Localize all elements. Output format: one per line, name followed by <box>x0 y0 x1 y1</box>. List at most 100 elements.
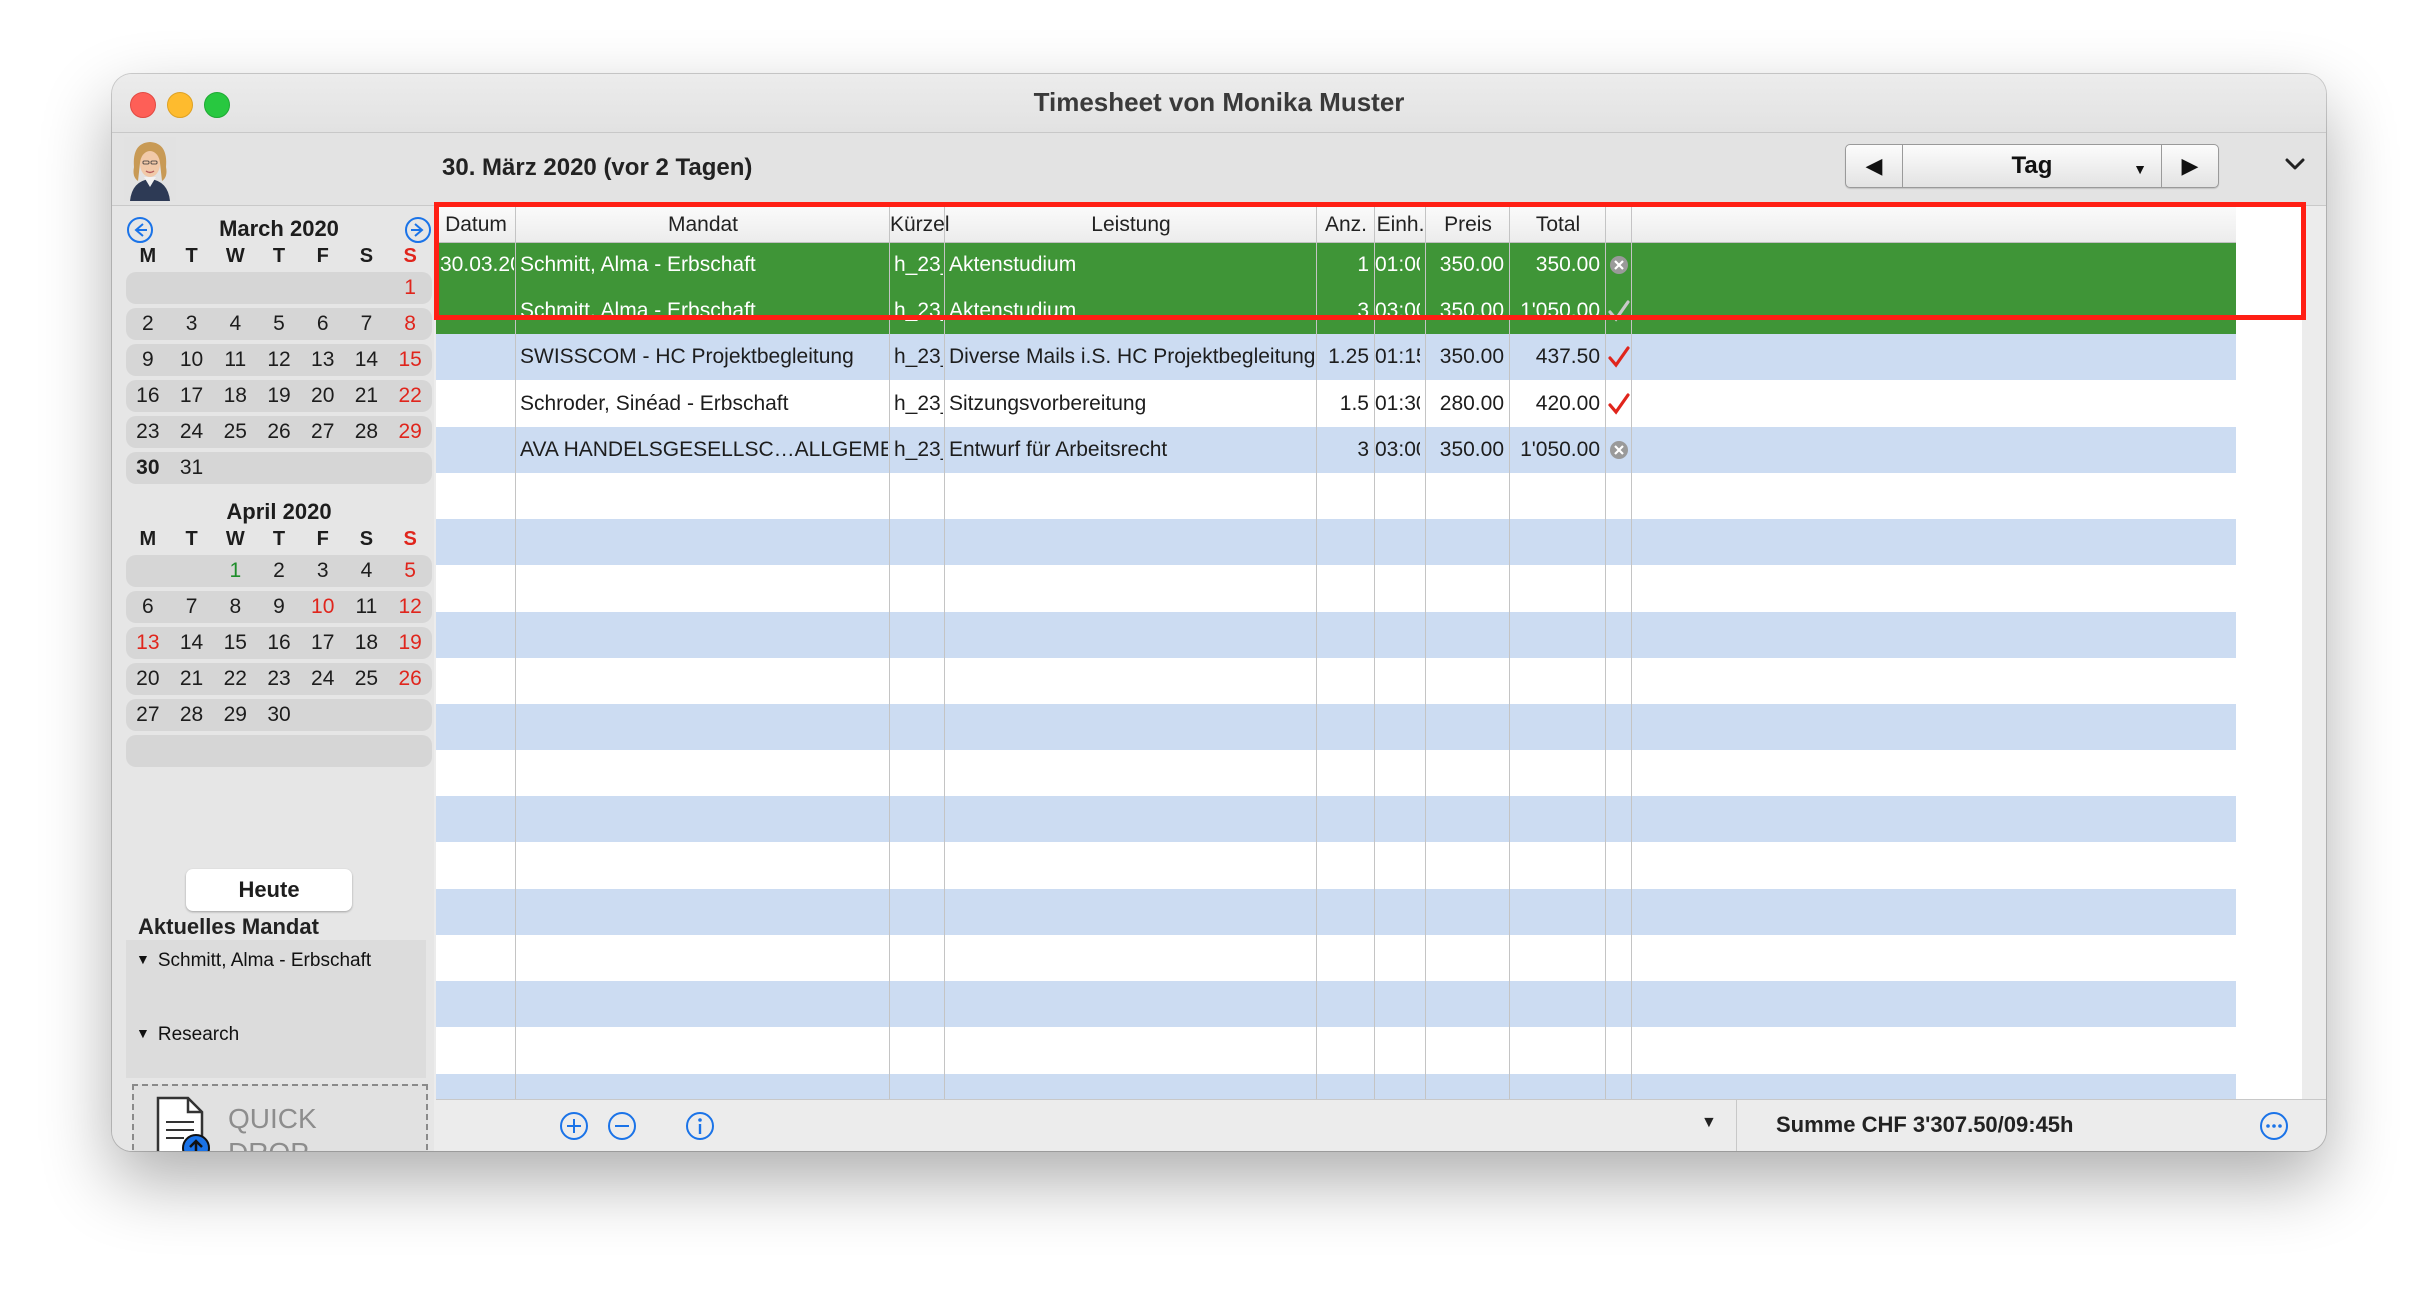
calendar-day[interactable]: 16 <box>126 378 170 414</box>
calendar-day[interactable]: 1 <box>213 553 257 589</box>
calendar-day[interactable]: 22 <box>213 661 257 697</box>
calendar-day[interactable]: 27 <box>126 697 170 733</box>
calendar-day[interactable]: 13 <box>301 342 345 378</box>
calendar-day[interactable]: 4 <box>213 306 257 342</box>
calendar-day[interactable]: 12 <box>388 589 432 625</box>
calendar-day[interactable]: 28 <box>345 414 389 450</box>
calendar-day[interactable]: 21 <box>345 378 389 414</box>
column-divider[interactable] <box>1316 206 1317 1099</box>
next-month-icon[interactable] <box>404 216 432 244</box>
calendar-day[interactable]: 9 <box>257 589 301 625</box>
calendar-day[interactable]: 19 <box>388 625 432 661</box>
column-divider[interactable] <box>515 206 516 1099</box>
calendar-day[interactable]: 2 <box>126 306 170 342</box>
calendar-day[interactable]: 29 <box>388 414 432 450</box>
quick-drop-zone[interactable]: QUICK DROP <box>132 1084 428 1151</box>
calendar-day[interactable]: 18 <box>213 378 257 414</box>
calendar-day[interactable]: 24 <box>301 661 345 697</box>
column-divider[interactable] <box>889 206 890 1099</box>
previous-day-button[interactable]: ◀ <box>1846 145 1903 187</box>
column-header[interactable]: Anz. <box>1317 206 1375 242</box>
calendar-day[interactable]: 3 <box>170 306 214 342</box>
calendar-day[interactable]: 5 <box>388 553 432 589</box>
column-header[interactable]: Mandat <box>516 206 890 242</box>
calendar-day[interactable]: 12 <box>257 342 301 378</box>
view-mode-select[interactable]: Tag ▼ <box>1903 145 2161 187</box>
calendar-day[interactable]: 6 <box>301 306 345 342</box>
column-divider[interactable] <box>944 206 945 1099</box>
calendar-day[interactable]: 30 <box>126 450 170 486</box>
calendar-day[interactable]: 4 <box>345 553 389 589</box>
table-row[interactable]: AVA HANDELSGESELLSC…ALLGEMEINE - Arbeits… <box>436 426 2236 473</box>
calendar-day[interactable]: 18 <box>345 625 389 661</box>
calendar-day[interactable]: 6 <box>126 589 170 625</box>
x-circle-icon[interactable] <box>1608 254 1630 276</box>
column-divider[interactable] <box>1425 206 1426 1099</box>
user-avatar[interactable] <box>124 137 176 201</box>
calendar-day[interactable]: 14 <box>345 342 389 378</box>
calendar-day[interactable]: 28 <box>170 697 214 733</box>
chevron-down-icon[interactable] <box>2280 149 2310 179</box>
check-icon[interactable] <box>1608 300 1630 322</box>
column-header[interactable]: Preis <box>1426 206 1510 242</box>
calendar-day[interactable]: 22 <box>388 378 432 414</box>
column-header[interactable]: Einh. <box>1375 206 1426 242</box>
calendar-day[interactable]: 11 <box>213 342 257 378</box>
calendar-day[interactable]: 8 <box>213 589 257 625</box>
minus-circle-icon[interactable] <box>606 1110 638 1142</box>
x-circle-icon[interactable] <box>1608 439 1630 461</box>
ellipsis-circle-icon[interactable] <box>2258 1110 2290 1142</box>
calendar-day[interactable]: 21 <box>170 661 214 697</box>
calendar-day[interactable]: 25 <box>345 661 389 697</box>
check-icon[interactable] <box>1608 346 1630 368</box>
calendar-day[interactable]: 23 <box>126 414 170 450</box>
column-divider[interactable] <box>1631 206 1632 1099</box>
calendar-day[interactable]: 15 <box>213 625 257 661</box>
calendar-day[interactable]: 10 <box>170 342 214 378</box>
calendar-day[interactable]: 17 <box>301 625 345 661</box>
check-icon[interactable] <box>1608 392 1630 415</box>
mandate-disclosure[interactable]: ▼ Schmitt, Alma - Erbschaft <box>136 950 371 972</box>
table-row[interactable]: SWISSCOM - HC Projektbegleitung h_23_Dive… <box>436 334 2236 381</box>
calendar-day[interactable]: 26 <box>388 661 432 697</box>
info-circle-icon[interactable] <box>684 1110 716 1142</box>
calendar-day[interactable]: 1 <box>388 270 432 306</box>
table-row[interactable]: Schroder, Sinéad - Erbschaft h_23_Sitzung… <box>436 381 2236 427</box>
calendar-day[interactable]: 8 <box>388 306 432 342</box>
today-button[interactable]: Heute <box>186 869 352 911</box>
table-row[interactable]: 30.03.20 Schmitt, Alma - Erbschaft h_23_ Ak… <box>436 242 2236 288</box>
calendar-day[interactable]: 31 <box>170 450 214 486</box>
calendar-day[interactable]: 11 <box>345 589 389 625</box>
column-divider[interactable] <box>1509 206 1510 1099</box>
calendar-day[interactable]: 29 <box>213 697 257 733</box>
calendar-day[interactable]: 30 <box>257 697 301 733</box>
calendar-day[interactable]: 25 <box>213 414 257 450</box>
calendar-day[interactable]: 15 <box>388 342 432 378</box>
table-row[interactable]: Schmitt, Alma - Erbschaft h_23_Aktenstudi… <box>436 288 2236 335</box>
plus-circle-icon[interactable] <box>558 1110 590 1142</box>
calendar-day[interactable]: 17 <box>170 378 214 414</box>
calendar-day[interactable]: 3 <box>301 553 345 589</box>
column-header[interactable]: Leistung <box>945 206 1317 242</box>
calendar-day[interactable]: 7 <box>345 306 389 342</box>
next-day-button[interactable]: ▶ <box>2161 145 2218 187</box>
calendar-day[interactable]: 9 <box>126 342 170 378</box>
column-divider[interactable] <box>1374 206 1375 1099</box>
calendar-day[interactable]: 20 <box>126 661 170 697</box>
calendar-day[interactable]: 26 <box>257 414 301 450</box>
calendar-day[interactable]: 13 <box>126 625 170 661</box>
calendar-day[interactable]: 20 <box>301 378 345 414</box>
calendar-day[interactable]: 5 <box>257 306 301 342</box>
calendar-day[interactable]: 23 <box>257 661 301 697</box>
column-divider[interactable] <box>1605 206 1606 1099</box>
column-header[interactable]: Kürzel <box>890 206 950 242</box>
sum-options-caret-icon[interactable]: ▼ <box>1701 1114 1717 1132</box>
calendar-day[interactable]: 19 <box>257 378 301 414</box>
calendar-day[interactable]: 10 <box>301 589 345 625</box>
column-header[interactable]: Total <box>1510 206 1606 242</box>
calendar-day[interactable]: 14 <box>170 625 214 661</box>
column-header[interactable]: Datum <box>436 206 516 242</box>
calendar-day[interactable]: 2 <box>257 553 301 589</box>
activity-disclosure[interactable]: ▼ Research <box>136 1024 239 1046</box>
calendar-day[interactable]: 27 <box>301 414 345 450</box>
